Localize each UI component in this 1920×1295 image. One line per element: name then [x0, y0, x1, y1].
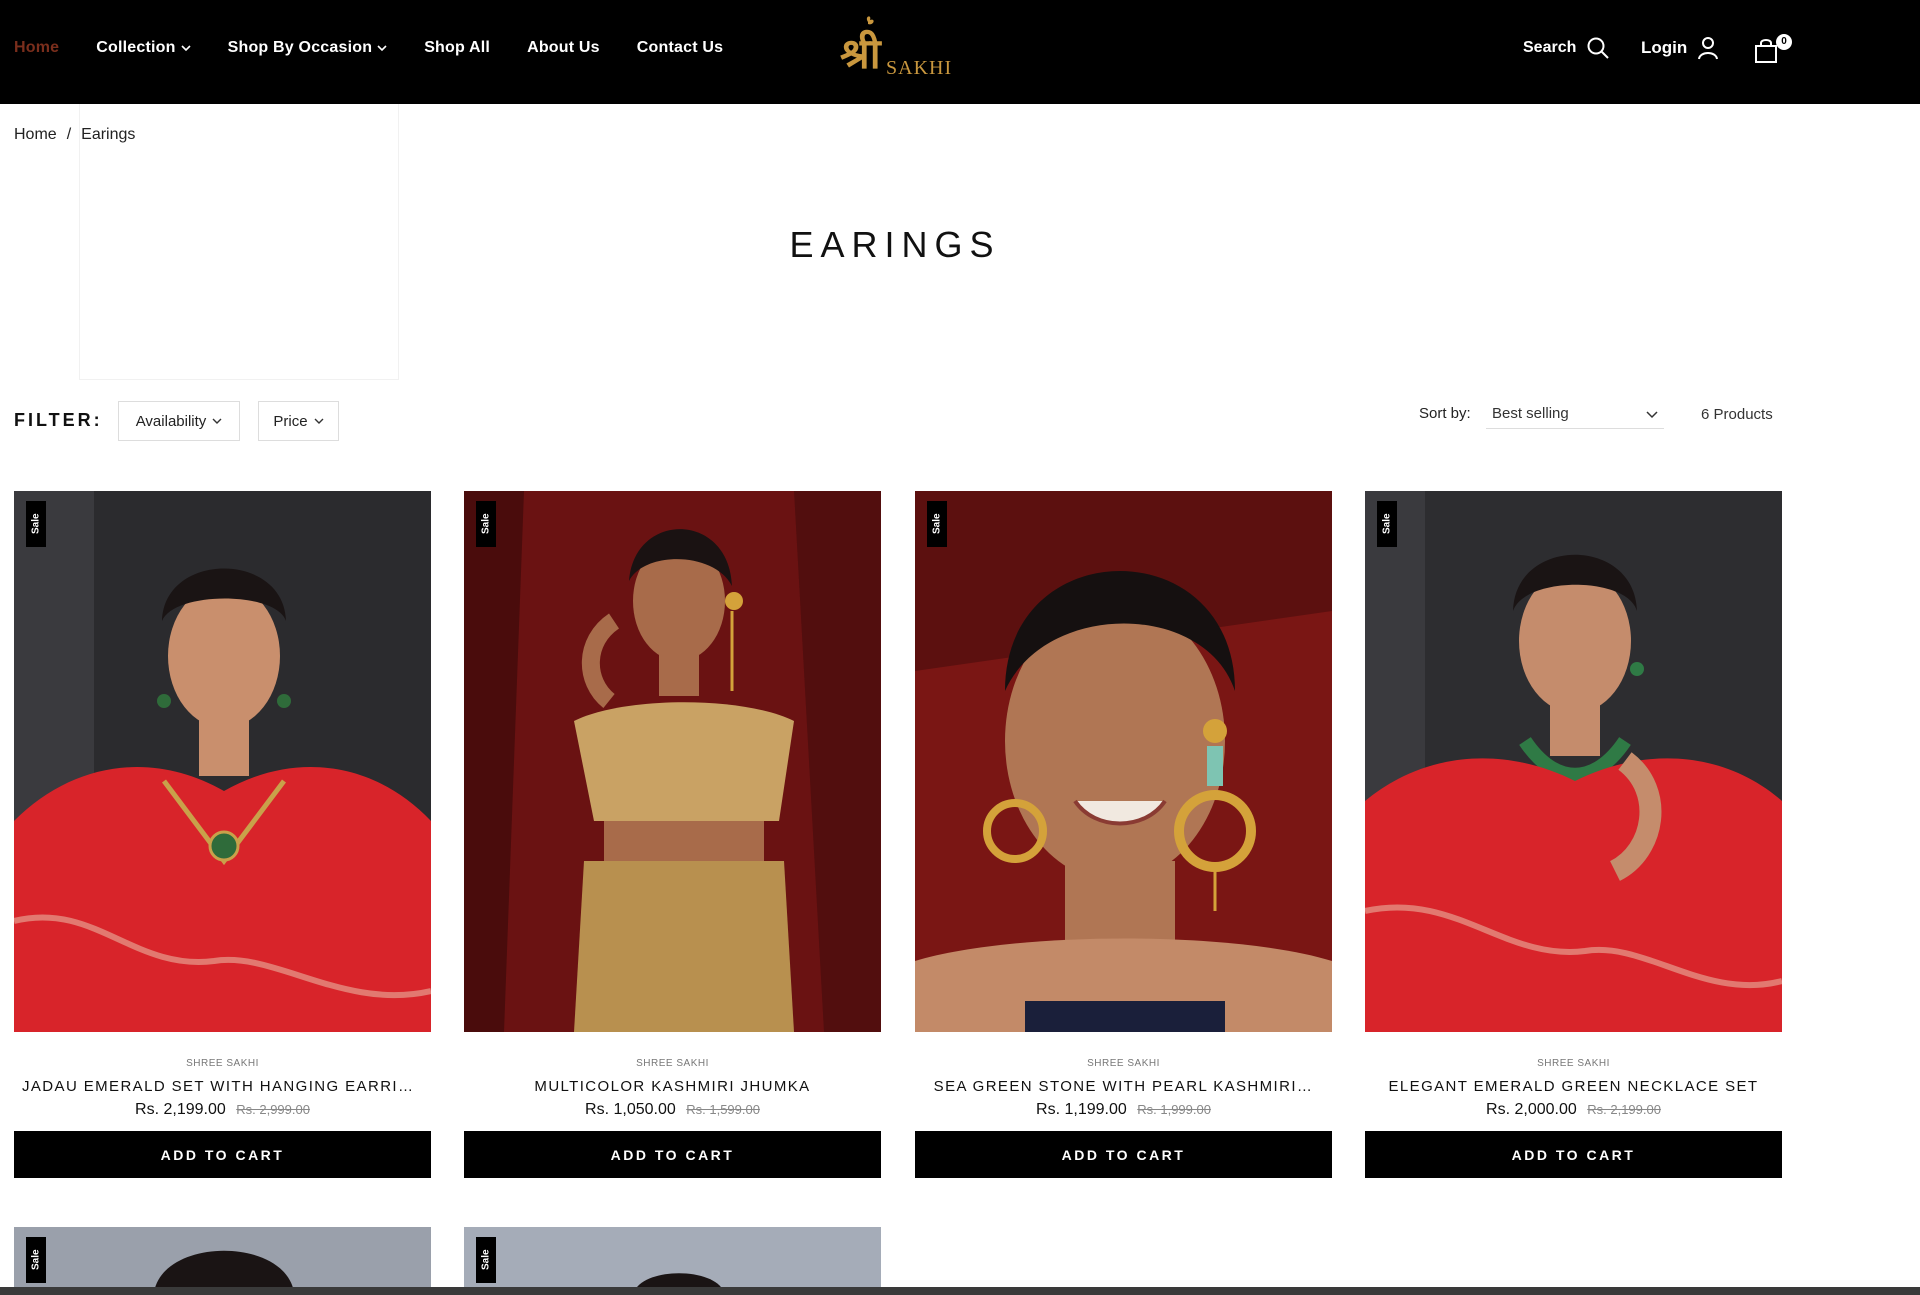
svg-text:SAKHI: SAKHI: [886, 57, 952, 79]
breadcrumb: Home / Earings: [14, 126, 135, 144]
product-price: Rs. 2,000.00: [1486, 1101, 1577, 1118]
product-prices: Rs. 2,000.00 Rs. 2,199.00: [1365, 1101, 1782, 1119]
logo-mark: श्री SAKHI: [840, 16, 952, 79]
cart-bag-icon: [1755, 39, 1777, 63]
product-card: Sale SHREE SAKHI ELEGANT EMERALD GREEN N…: [1365, 491, 1782, 1178]
product-photo: [464, 491, 881, 1032]
user-icon: [1698, 37, 1719, 60]
sort-select[interactable]: Best selling: [1486, 399, 1664, 429]
product-compare-price: Rs. 1,999.00: [1137, 1102, 1211, 1117]
product-card-partial[interactable]: Sale: [14, 1227, 431, 1292]
add-to-cart-button[interactable]: ADD TO CART: [14, 1131, 431, 1178]
product-card-partial[interactable]: Sale: [464, 1227, 881, 1292]
sale-badge: Sale: [26, 1237, 46, 1283]
sort-value: Best selling: [1492, 405, 1569, 422]
product-count: 6 Products: [1701, 406, 1773, 423]
filter-label: FILTER:: [14, 410, 103, 430]
sale-badge: Sale: [476, 501, 496, 547]
nav-collection[interactable]: Collection: [96, 39, 191, 57]
product-card: Sale SHREE SAKHI JADAU EMERALD SET WITH …: [14, 491, 431, 1178]
add-to-cart-button[interactable]: ADD TO CART: [915, 1131, 1332, 1178]
sale-badge: Sale: [476, 1237, 496, 1283]
nav-about-us-label: About Us: [527, 39, 600, 56]
site-header: Home Collection Shop By Occasion Shop Al…: [0, 0, 1920, 104]
breadcrumb-home[interactable]: Home: [14, 126, 57, 144]
search-icon: [1587, 37, 1610, 59]
horizontal-scrollbar[interactable]: [0, 1287, 1920, 1295]
nav-shop-by-occasion-label: Shop By Occasion: [227, 39, 373, 56]
product-prices: Rs. 1,199.00 Rs. 1,999.00: [915, 1101, 1332, 1119]
product-card: Sale SHREE SAKHI MULTICOLOR KASHMIRI JHU…: [464, 491, 881, 1178]
add-to-cart-button[interactable]: ADD TO CART: [1365, 1131, 1782, 1178]
filter-availability-label: Availability: [135, 412, 207, 430]
brand-logo[interactable]: श्री SAKHI: [836, 12, 966, 84]
chevron-down-icon: [1646, 410, 1658, 418]
cart-button[interactable]: 0: [1754, 32, 1794, 68]
chevron-down-icon: [314, 418, 324, 424]
product-image[interactable]: Sale: [1365, 491, 1782, 1032]
sort-label: Sort by:: [1419, 405, 1471, 422]
header-search[interactable]: Search: [1523, 36, 1610, 60]
sale-badge: Sale: [1377, 501, 1397, 547]
chevron-down-icon: [212, 418, 222, 424]
nav-contact-us[interactable]: Contact Us: [637, 39, 723, 57]
header-login[interactable]: Login: [1641, 36, 1719, 60]
product-name[interactable]: JADAU EMERALD SET WITH HANGING EARRINGS: [14, 1078, 431, 1095]
product-photo: [1365, 491, 1782, 1032]
cart-count-badge: 0: [1776, 34, 1792, 50]
product-photo: [915, 491, 1332, 1032]
product-photo: [464, 1227, 881, 1292]
chevron-down-icon: [377, 45, 387, 52]
product-vendor: SHREE SAKHI: [1537, 1058, 1610, 1069]
product-image[interactable]: Sale: [14, 491, 431, 1032]
product-prices: Rs. 1,050.00 Rs. 1,599.00: [464, 1101, 881, 1119]
product-photo: [14, 491, 431, 1032]
product-compare-price: Rs. 2,199.00: [1587, 1102, 1661, 1117]
product-vendor: SHREE SAKHI: [636, 1058, 709, 1069]
svg-text:श्री: श्री: [840, 29, 883, 78]
product-card: Sale SHREE SAKHI SEA GREEN STONE WITH PE…: [915, 491, 1332, 1178]
product-image[interactable]: Sale: [915, 491, 1332, 1032]
page-title: EARINGS: [789, 224, 1001, 265]
product-name[interactable]: SEA GREEN STONE WITH PEARL KASHMIRI…: [915, 1078, 1332, 1095]
nav-collection-label: Collection: [96, 39, 176, 56]
product-price: Rs. 2,199.00: [135, 1101, 226, 1118]
product-compare-price: Rs. 2,999.00: [236, 1102, 310, 1117]
product-photo: [14, 1227, 431, 1292]
nav-home-label: Home: [14, 39, 60, 56]
product-image[interactable]: Sale: [464, 491, 881, 1032]
product-price: Rs. 1,050.00: [585, 1101, 676, 1118]
product-compare-price: Rs. 1,599.00: [686, 1102, 760, 1117]
filter-price-label: Price: [273, 412, 308, 430]
nav-shop-all-label: Shop All: [424, 39, 491, 56]
sale-badge: Sale: [26, 501, 46, 547]
nav-shop-all[interactable]: Shop All: [424, 39, 490, 57]
product-vendor: SHREE SAKHI: [186, 1058, 259, 1069]
product-price: Rs. 1,199.00: [1036, 1101, 1127, 1118]
breadcrumb-separator: /: [66, 126, 72, 143]
filter-price-button[interactable]: Price: [258, 401, 339, 441]
breadcrumb-current: Earings: [81, 126, 136, 143]
filter-availability-button[interactable]: Availability: [118, 401, 240, 441]
sale-badge: Sale: [927, 501, 947, 547]
nav-about-us[interactable]: About Us: [527, 39, 600, 57]
product-name[interactable]: MULTICOLOR KASHMIRI JHUMKA: [464, 1078, 881, 1095]
nav-contact-us-label: Contact Us: [636, 39, 724, 56]
product-vendor: SHREE SAKHI: [1087, 1058, 1160, 1069]
nav-shop-by-occasion[interactable]: Shop By Occasion: [228, 39, 388, 57]
search-label: Search: [1523, 39, 1577, 56]
product-prices: Rs. 2,199.00 Rs. 2,999.00: [14, 1101, 431, 1119]
chevron-down-icon: [181, 45, 191, 52]
login-label: Login: [1641, 38, 1688, 57]
main-nav: Home Collection Shop By Occasion Shop Al…: [14, 0, 760, 96]
nav-home[interactable]: Home: [14, 39, 59, 57]
add-to-cart-button[interactable]: ADD TO CART: [464, 1131, 881, 1178]
product-name[interactable]: ELEGANT EMERALD GREEN NECKLACE SET: [1365, 1078, 1782, 1095]
